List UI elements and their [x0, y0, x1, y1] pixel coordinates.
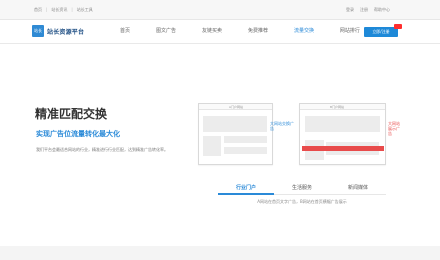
left-callout: 大网站交换广告 [270, 121, 294, 131]
active-tab-indicator [218, 193, 274, 195]
login-register-button[interactable]: 立即/注册 [364, 27, 398, 37]
main-nav: 首页 图文广告 友链买卖 免费推荐 流量交换 网站排行 [120, 27, 360, 34]
left-site-card: A门户网站 [198, 103, 273, 165]
topbar: 首页 | 站长资讯 | 站长工具 登录 注册 帮助中心 [0, 0, 440, 20]
tab-industry-portal[interactable]: 行业门户 [218, 184, 274, 193]
logo-icon: 站长 [32, 25, 44, 37]
topbar-link-tools[interactable]: 站长工具 [77, 7, 93, 13]
topbar-link-news[interactable]: 站长资讯 [51, 7, 67, 13]
site-logo[interactable]: 站长 站长资源平台 [32, 25, 84, 37]
left-card-block [224, 147, 267, 154]
nav-image-ads[interactable]: 图文广告 [156, 27, 176, 34]
nav-free-recommend[interactable]: 免费推荐 [248, 27, 268, 34]
divider: | [71, 7, 73, 12]
topbar-right-links: 登录 注册 帮助中心 [346, 7, 390, 13]
nav-home[interactable]: 首页 [120, 27, 130, 34]
hero-description: 我们平台会最适合网站的行业，精准进行行业匹配，达到精准广告转化率。 [36, 147, 168, 152]
help-center-link[interactable]: 帮助中心 [374, 7, 390, 13]
register-link[interactable]: 注册 [360, 7, 368, 13]
hero-title: 精准匹配交换 [35, 107, 108, 121]
tab-note: A网站在首页文字广告，B网站在首页横幅广告展示 [257, 199, 347, 204]
right-callout: 大网站展示广告 [388, 121, 400, 136]
login-link[interactable]: 登录 [346, 7, 354, 13]
hot-badge [394, 24, 402, 29]
right-site-card: B门户网站 [299, 103, 386, 165]
right-card-block [305, 116, 380, 132]
left-card-title: A门户网站 [199, 104, 272, 110]
nav-link-trading[interactable]: 友链买卖 [202, 27, 222, 34]
main-navbar: 站长 站长资源平台 首页 图文广告 友链买卖 免费推荐 流量交换 网站排行 立即… [0, 20, 440, 44]
nav-site-rank[interactable]: 网站排行 [340, 27, 360, 34]
topbar-link-home[interactable]: 首页 [34, 7, 42, 13]
tabs: 行业门户 生活服务 新闻媒体 [218, 184, 386, 193]
right-card-title: B门户网站 [300, 104, 385, 110]
tab-news-media[interactable]: 新闻媒体 [330, 184, 386, 193]
left-card-block [203, 116, 267, 132]
left-card-block [203, 136, 221, 156]
left-card-block [224, 136, 267, 143]
divider: | [46, 7, 48, 12]
nav-traffic-exchange[interactable]: 流量交换 [294, 27, 314, 34]
tab-life-service[interactable]: 生活服务 [274, 184, 330, 193]
banner-highlight [302, 146, 384, 151]
logo-text: 站长资源平台 [47, 28, 85, 36]
hero-subtitle: 实现广告位流量转化最大化 [36, 130, 120, 138]
topbar-left-links: 首页 | 站长资讯 | 站长工具 [34, 7, 93, 13]
